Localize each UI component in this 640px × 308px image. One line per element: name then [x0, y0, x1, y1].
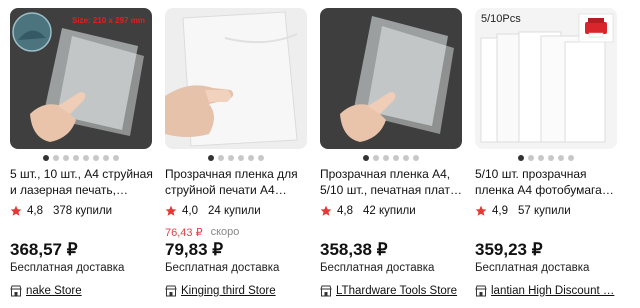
product-card[interactable]: Прозрачная пленка для струйной печати A4… [165, 0, 315, 308]
store-link[interactable]: Kinging third Store [165, 283, 276, 299]
product-rating: 4,8 42 купили [320, 204, 416, 218]
carousel-dot[interactable] [538, 155, 544, 161]
carousel-dot[interactable] [528, 155, 534, 161]
product-card[interactable]: Size: 210 x 297 mm 5 шт., 10 шт., А4 стр… [10, 0, 160, 308]
delivery-info: Бесплатная доставка [165, 262, 280, 274]
carousel-dot[interactable] [73, 155, 79, 161]
rating-value: 4,8 [27, 205, 43, 217]
product-card[interactable]: 5/10Pcs 5/10 шт. прозрачная пленка A4 фо… [475, 0, 625, 308]
carousel-dot[interactable] [363, 155, 369, 161]
carousel-dot[interactable] [63, 155, 69, 161]
carousel-dot[interactable] [53, 155, 59, 161]
carousel-dot[interactable] [568, 155, 574, 161]
carousel-dots[interactable] [10, 154, 152, 162]
carousel-dot[interactable] [558, 155, 564, 161]
product-card[interactable]: Прозрачная пленка A4, 5/10 шт., печатная… [320, 0, 470, 308]
product-title[interactable]: 5 шт., 10 шт., А4 струйная и лазерная пе… [10, 166, 156, 198]
carousel-dot[interactable] [548, 155, 554, 161]
product-price: 368,57 ₽ [10, 240, 78, 259]
product-price: 358,38 ₽ [320, 240, 388, 259]
carousel-dot[interactable] [113, 155, 119, 161]
carousel-dot[interactable] [413, 155, 419, 161]
product-grid: Size: 210 x 297 mm 5 шт., 10 шт., А4 стр… [0, 0, 640, 308]
store-link[interactable]: lantian High Discount … [475, 283, 614, 299]
old-price-note: скоро [210, 226, 240, 238]
carousel-dot[interactable] [393, 155, 399, 161]
carousel-dot[interactable] [228, 155, 234, 161]
product-price: 79,83 ₽ [165, 240, 224, 259]
rating-value: 4,8 [337, 205, 353, 217]
store-link[interactable]: LThardware Tools Store [320, 283, 457, 299]
product-title[interactable]: Прозрачная пленка A4, 5/10 шт., печатная… [320, 166, 466, 198]
purchase-count: 42 купили [363, 205, 416, 217]
carousel-dot[interactable] [83, 155, 89, 161]
carousel-dot[interactable] [208, 155, 214, 161]
store-icon [165, 285, 177, 297]
star-icon [475, 205, 487, 216]
carousel-dot[interactable] [248, 155, 254, 161]
carousel-dot[interactable] [43, 155, 49, 161]
purchase-count: 57 купили [518, 205, 571, 217]
product-rating: 4,8 378 купили [10, 204, 112, 218]
image-badge: Size: 210 x 297 mm [72, 16, 145, 25]
carousel-dot[interactable] [373, 155, 379, 161]
carousel-dot[interactable] [218, 155, 224, 161]
purchase-count: 24 купили [208, 205, 261, 217]
image-badge: 5/10Pcs [481, 13, 521, 25]
store-link[interactable]: nake Store [10, 283, 82, 299]
rating-value: 4,9 [492, 205, 508, 217]
product-title[interactable]: 5/10 шт. прозрачная пленка A4 фотобумага… [475, 166, 621, 198]
carousel-dots[interactable] [165, 154, 307, 162]
carousel-dots[interactable] [320, 154, 462, 162]
carousel-dot[interactable] [238, 155, 244, 161]
carousel-dot[interactable] [258, 155, 264, 161]
store-name[interactable]: Kinging third Store [181, 285, 276, 297]
product-image[interactable] [320, 8, 462, 149]
carousel-dot[interactable] [518, 155, 524, 161]
star-icon [165, 205, 177, 216]
star-icon [10, 205, 22, 216]
carousel-dot[interactable] [383, 155, 389, 161]
product-rating: 4,0 24 купили [165, 204, 261, 218]
product-rating: 4,9 57 купили [475, 204, 571, 218]
product-image[interactable] [165, 8, 307, 149]
old-price-row: 76,43 ₽ скоро [165, 226, 239, 239]
product-title[interactable]: Прозрачная пленка для струйной печати A4… [165, 166, 311, 198]
delivery-info: Бесплатная доставка [320, 262, 435, 274]
store-name[interactable]: LThardware Tools Store [336, 285, 457, 297]
carousel-dot[interactable] [103, 155, 109, 161]
store-name[interactable]: lantian High Discount … [491, 285, 614, 297]
carousel-dot[interactable] [403, 155, 409, 161]
product-image[interactable]: Size: 210 x 297 mm [10, 8, 152, 149]
star-icon [320, 205, 332, 216]
product-price: 359,23 ₽ [475, 240, 543, 259]
store-icon [320, 285, 332, 297]
product-image[interactable]: 5/10Pcs [475, 8, 617, 149]
purchase-count: 378 купили [53, 205, 113, 217]
carousel-dots[interactable] [475, 154, 617, 162]
store-icon [475, 285, 487, 297]
carousel-dot[interactable] [93, 155, 99, 161]
store-icon [10, 285, 22, 297]
rating-value: 4,0 [182, 205, 198, 217]
delivery-info: Бесплатная доставка [10, 262, 125, 274]
old-price: 76,43 ₽ [165, 227, 203, 239]
store-name[interactable]: nake Store [26, 285, 82, 297]
delivery-info: Бесплатная доставка [475, 262, 590, 274]
